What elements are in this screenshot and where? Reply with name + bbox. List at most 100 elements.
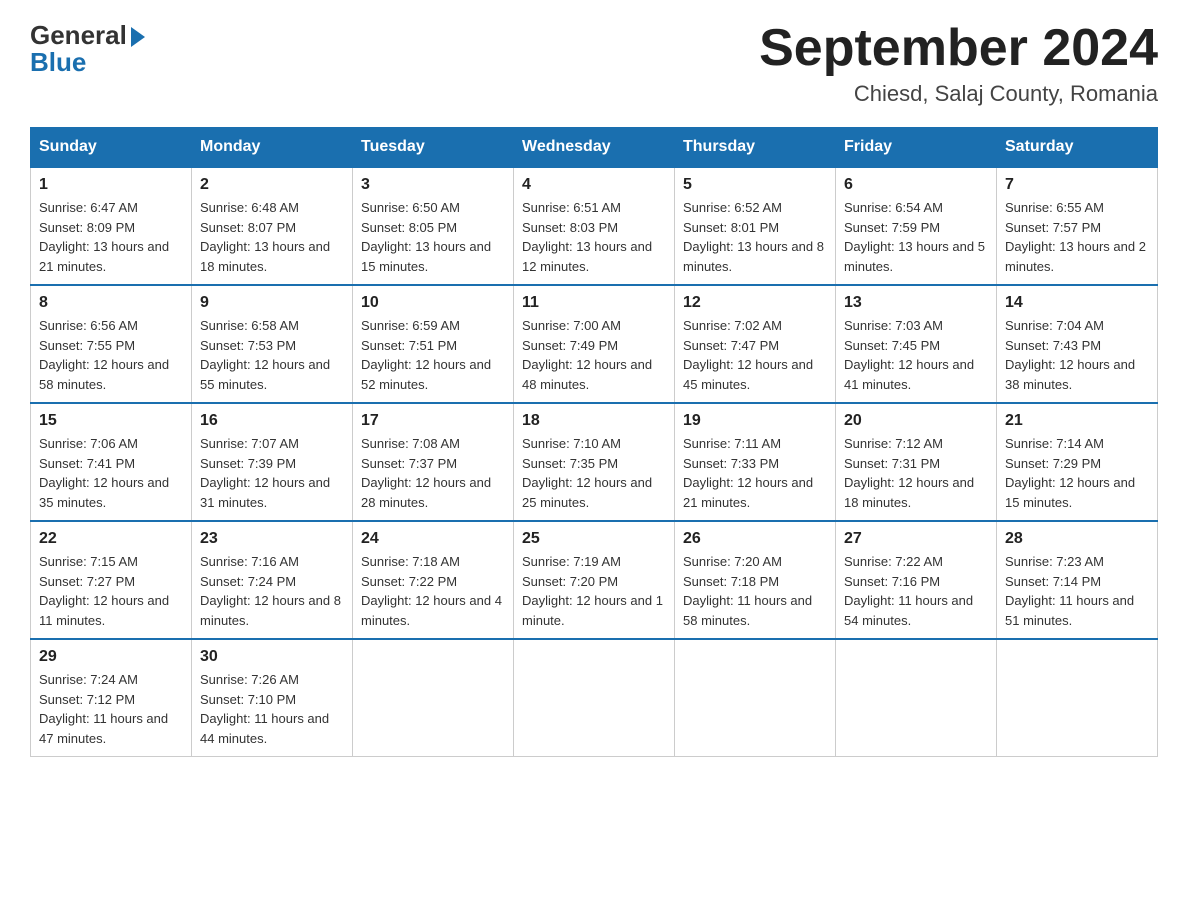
column-header-thursday: Thursday — [675, 128, 836, 168]
logo-arrow-icon — [131, 27, 145, 47]
calendar-cell: 12 Sunrise: 7:02 AMSunset: 7:47 PMDayligh… — [675, 285, 836, 403]
day-info: Sunrise: 6:58 AMSunset: 7:53 PMDaylight:… — [200, 316, 344, 394]
calendar-cell: 11Sunrise: 7:00 AMSunset: 7:49 PMDayligh… — [514, 285, 675, 403]
day-info: Sunrise: 6:54 AMSunset: 7:59 PMDaylight:… — [844, 198, 988, 276]
day-number: 20 — [844, 412, 988, 430]
day-number: 29 — [39, 648, 183, 666]
day-number: 3 — [361, 176, 505, 194]
day-number: 30 — [200, 648, 344, 666]
header-row: SundayMondayTuesdayWednesdayThursdayFrid… — [31, 128, 1158, 168]
day-number: 14 — [1005, 294, 1149, 312]
day-number: 21 — [1005, 412, 1149, 430]
day-info: Sunrise: 7:10 AMSunset: 7:35 PMDaylight:… — [522, 434, 666, 512]
day-info: Sunrise: 6:52 AMSunset: 8:01 PMDaylight:… — [683, 198, 827, 276]
calendar-week-1: 1 Sunrise: 6:47 AMSunset: 8:09 PMDaylight… — [31, 167, 1158, 285]
day-info: Sunrise: 6:59 AMSunset: 7:51 PMDaylight:… — [361, 316, 505, 394]
day-number: 10 — [361, 294, 505, 312]
calendar-cell: 1 Sunrise: 6:47 AMSunset: 8:09 PMDaylight… — [31, 167, 192, 285]
day-info: Sunrise: 7:04 AMSunset: 7:43 PMDaylight:… — [1005, 316, 1149, 394]
day-number: 8 — [39, 294, 183, 312]
calendar-week-3: 15 Sunrise: 7:06 AMSunset: 7:41 PMDayligh… — [31, 403, 1158, 521]
day-info: Sunrise: 7:14 AMSunset: 7:29 PMDaylight:… — [1005, 434, 1149, 512]
day-info: Sunrise: 7:15 AMSunset: 7:27 PMDaylight:… — [39, 552, 183, 630]
day-info: Sunrise: 7:19 AMSunset: 7:20 PMDaylight:… — [522, 552, 666, 630]
column-header-saturday: Saturday — [997, 128, 1158, 168]
day-info: Sunrise: 7:26 AMSunset: 7:10 PMDaylight:… — [200, 670, 344, 748]
calendar-cell: 21 Sunrise: 7:14 AMSunset: 7:29 PMDayligh… — [997, 403, 1158, 521]
day-number: 18 — [522, 412, 666, 430]
logo-blue-text: Blue — [30, 47, 86, 78]
day-info: Sunrise: 7:24 AMSunset: 7:12 PMDaylight:… — [39, 670, 183, 748]
calendar-cell — [836, 639, 997, 757]
calendar-week-5: 29 Sunrise: 7:24 AMSunset: 7:12 PMDayligh… — [31, 639, 1158, 757]
day-number: 5 — [683, 176, 827, 194]
day-number: 17 — [361, 412, 505, 430]
calendar-cell: 2Sunrise: 6:48 AMSunset: 8:07 PMDaylight… — [192, 167, 353, 285]
day-info: Sunrise: 6:55 AMSunset: 7:57 PMDaylight:… — [1005, 198, 1149, 276]
calendar-cell: 5 Sunrise: 6:52 AMSunset: 8:01 PMDaylight… — [675, 167, 836, 285]
calendar-cell: 18 Sunrise: 7:10 AMSunset: 7:35 PMDayligh… — [514, 403, 675, 521]
column-header-friday: Friday — [836, 128, 997, 168]
day-info: Sunrise: 7:08 AMSunset: 7:37 PMDaylight:… — [361, 434, 505, 512]
page-header: General Blue September 2024 Chiesd, Sala… — [30, 20, 1158, 107]
calendar-cell: 28 Sunrise: 7:23 AMSunset: 7:14 PMDayligh… — [997, 521, 1158, 639]
calendar-cell: 20 Sunrise: 7:12 AMSunset: 7:31 PMDayligh… — [836, 403, 997, 521]
day-number: 24 — [361, 530, 505, 548]
day-info: Sunrise: 7:20 AMSunset: 7:18 PMDaylight:… — [683, 552, 827, 630]
calendar-cell: 22 Sunrise: 7:15 AMSunset: 7:27 PMDayligh… — [31, 521, 192, 639]
calendar-cell — [675, 639, 836, 757]
calendar-cell: 9 Sunrise: 6:58 AMSunset: 7:53 PMDaylight… — [192, 285, 353, 403]
day-number: 15 — [39, 412, 183, 430]
day-info: Sunrise: 6:50 AMSunset: 8:05 PMDaylight:… — [361, 198, 505, 276]
calendar-cell: 17 Sunrise: 7:08 AMSunset: 7:37 PMDayligh… — [353, 403, 514, 521]
day-number: 12 — [683, 294, 827, 312]
column-header-tuesday: Tuesday — [353, 128, 514, 168]
day-info: Sunrise: 7:16 AMSunset: 7:24 PMDaylight:… — [200, 552, 344, 630]
calendar-cell: 16 Sunrise: 7:07 AMSunset: 7:39 PMDayligh… — [192, 403, 353, 521]
day-info: Sunrise: 7:11 AMSunset: 7:33 PMDaylight:… — [683, 434, 827, 512]
day-number: 23 — [200, 530, 344, 548]
calendar-header: SundayMondayTuesdayWednesdayThursdayFrid… — [31, 128, 1158, 168]
calendar-title: September 2024 — [759, 20, 1158, 77]
calendar-cell — [997, 639, 1158, 757]
calendar-cell — [514, 639, 675, 757]
day-info: Sunrise: 7:22 AMSunset: 7:16 PMDaylight:… — [844, 552, 988, 630]
day-info: Sunrise: 6:56 AMSunset: 7:55 PMDaylight:… — [39, 316, 183, 394]
day-number: 26 — [683, 530, 827, 548]
day-number: 11 — [522, 294, 666, 312]
day-number: 28 — [1005, 530, 1149, 548]
calendar-cell: 14 Sunrise: 7:04 AMSunset: 7:43 PMDayligh… — [997, 285, 1158, 403]
day-info: Sunrise: 6:47 AMSunset: 8:09 PMDaylight:… — [39, 198, 183, 276]
calendar-cell: 8 Sunrise: 6:56 AMSunset: 7:55 PMDaylight… — [31, 285, 192, 403]
calendar-week-2: 8 Sunrise: 6:56 AMSunset: 7:55 PMDaylight… — [31, 285, 1158, 403]
day-info: Sunrise: 7:02 AMSunset: 7:47 PMDaylight:… — [683, 316, 827, 394]
day-number: 16 — [200, 412, 344, 430]
calendar-body: 1 Sunrise: 6:47 AMSunset: 8:09 PMDaylight… — [31, 167, 1158, 757]
calendar-cell: 29 Sunrise: 7:24 AMSunset: 7:12 PMDayligh… — [31, 639, 192, 757]
calendar-cell: 23 Sunrise: 7:16 AMSunset: 7:24 PMDayligh… — [192, 521, 353, 639]
day-number: 9 — [200, 294, 344, 312]
day-number: 6 — [844, 176, 988, 194]
calendar-cell: 7Sunrise: 6:55 AMSunset: 7:57 PMDaylight… — [997, 167, 1158, 285]
calendar-cell: 19Sunrise: 7:11 AMSunset: 7:33 PMDayligh… — [675, 403, 836, 521]
calendar-cell: 4Sunrise: 6:51 AMSunset: 8:03 PMDaylight… — [514, 167, 675, 285]
logo: General Blue — [30, 20, 145, 78]
calendar-cell: 15 Sunrise: 7:06 AMSunset: 7:41 PMDayligh… — [31, 403, 192, 521]
column-header-wednesday: Wednesday — [514, 128, 675, 168]
calendar-cell: 27 Sunrise: 7:22 AMSunset: 7:16 PMDayligh… — [836, 521, 997, 639]
day-number: 27 — [844, 530, 988, 548]
calendar-cell: 3 Sunrise: 6:50 AMSunset: 8:05 PMDaylight… — [353, 167, 514, 285]
column-header-monday: Monday — [192, 128, 353, 168]
calendar-cell: 26 Sunrise: 7:20 AMSunset: 7:18 PMDayligh… — [675, 521, 836, 639]
day-number: 1 — [39, 176, 183, 194]
calendar-cell: 25Sunrise: 7:19 AMSunset: 7:20 PMDayligh… — [514, 521, 675, 639]
day-info: Sunrise: 7:06 AMSunset: 7:41 PMDaylight:… — [39, 434, 183, 512]
day-info: Sunrise: 7:23 AMSunset: 7:14 PMDaylight:… — [1005, 552, 1149, 630]
day-number: 22 — [39, 530, 183, 548]
day-info: Sunrise: 7:07 AMSunset: 7:39 PMDaylight:… — [200, 434, 344, 512]
day-number: 2 — [200, 176, 344, 194]
day-info: Sunrise: 7:12 AMSunset: 7:31 PMDaylight:… — [844, 434, 988, 512]
day-number: 4 — [522, 176, 666, 194]
calendar-cell: 10 Sunrise: 6:59 AMSunset: 7:51 PMDayligh… — [353, 285, 514, 403]
title-section: September 2024 Chiesd, Salaj County, Rom… — [759, 20, 1158, 107]
